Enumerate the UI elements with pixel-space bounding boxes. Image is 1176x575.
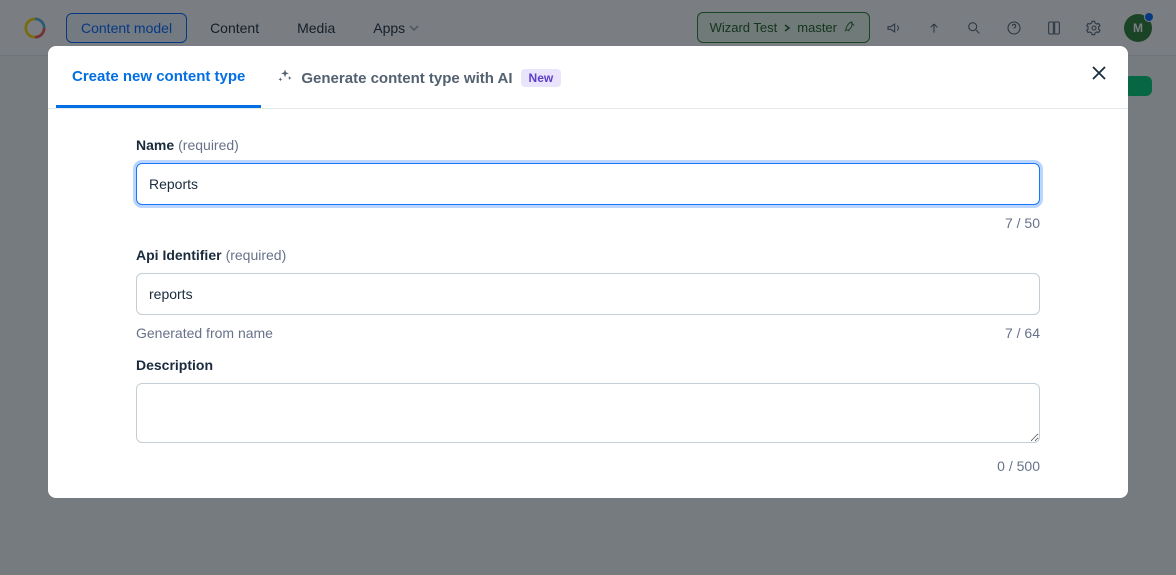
tab-create[interactable]: Create new content type [56,46,261,108]
tab-generate-ai[interactable]: Generate content type with AI New [261,46,577,108]
tab-create-label: Create new content type [72,68,245,85]
field-name: Name (required) 7 / 50 [136,137,1040,231]
name-required: (required) [178,137,239,153]
sparkle-icon [277,68,293,88]
api-counter: 7 / 64 [1005,325,1040,341]
desc-label: Description [136,357,213,373]
api-identifier-input[interactable] [136,273,1040,315]
description-input[interactable] [136,383,1040,443]
api-required: (required) [226,247,287,263]
desc-counter: 0 / 500 [997,458,1040,474]
name-label: Name [136,137,174,153]
close-icon [1091,65,1107,86]
modal-body: Name (required) 7 / 50 Api Identifier (r… [48,109,1128,498]
name-counter: 7 / 50 [1005,215,1040,231]
modal-overlay: Create new content type Generate content… [0,0,1176,575]
api-hint: Generated from name [136,325,273,341]
name-input[interactable] [136,163,1040,205]
create-content-type-modal: Create new content type Generate content… [48,46,1128,498]
modal-tabs: Create new content type Generate content… [48,46,1128,109]
tab-generate-label: Generate content type with AI [301,70,512,87]
api-label: Api Identifier [136,247,222,263]
new-badge: New [521,69,562,87]
field-description: Description 0 / 500 [136,357,1040,474]
field-api-identifier: Api Identifier (required) Generated from… [136,247,1040,341]
close-button[interactable] [1088,64,1110,86]
